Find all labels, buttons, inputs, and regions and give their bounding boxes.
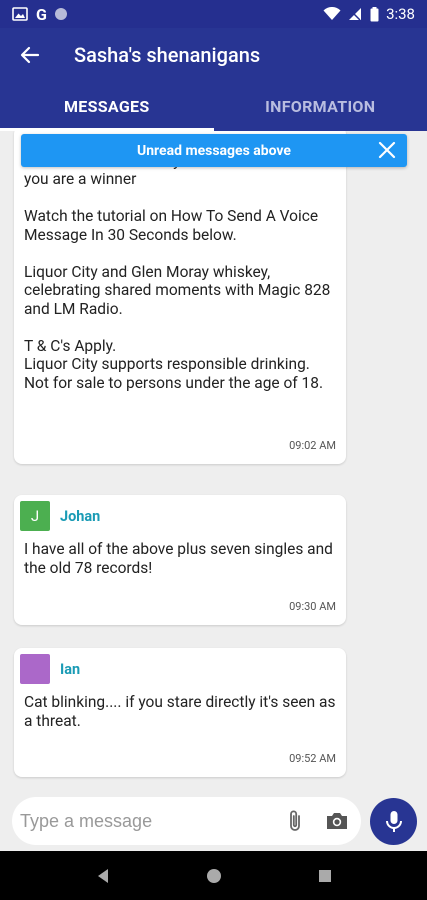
- message-card: FATHERS 5. Press Send and stay tuned to …: [14, 131, 346, 464]
- recents-nav-icon[interactable]: [318, 869, 332, 883]
- close-icon[interactable]: [377, 140, 397, 160]
- message-sender: J Johan: [14, 495, 346, 531]
- page-title: Sasha's shenanigans: [74, 43, 261, 67]
- status-bar: G 3:38: [0, 0, 427, 28]
- unread-banner-text: Unread messages above: [136, 142, 291, 159]
- message-text: I have all of the above plus seven singl…: [24, 540, 333, 577]
- signal-icon: [349, 8, 362, 21]
- message-time: 09:02 AM: [289, 439, 336, 452]
- camera-icon[interactable]: [324, 809, 350, 833]
- arrow-left-icon: [20, 46, 40, 64]
- clock: 3:38: [386, 5, 415, 23]
- microphone-icon: [385, 810, 402, 832]
- back-nav-icon[interactable]: [96, 868, 110, 884]
- notification-dot-icon: [54, 8, 67, 20]
- unread-banner[interactable]: Unread messages above: [21, 134, 407, 167]
- paperclip-icon[interactable]: [284, 809, 306, 833]
- gallery-icon: [12, 7, 28, 21]
- system-nav-bar: [0, 851, 427, 900]
- message-card: J Johan I have all of the above plus sev…: [14, 495, 346, 625]
- avatar[interactable]: [20, 654, 50, 684]
- message-text: Cat blinking.... if you stare directly i…: [24, 693, 336, 730]
- back-button[interactable]: [0, 28, 60, 82]
- message-time: 09:30 AM: [289, 600, 336, 613]
- app-bar: Sasha's shenanigans: [0, 28, 427, 82]
- message-input[interactable]: [20, 810, 270, 832]
- message-text: FATHERS 5. Press Send and stay tuned to …: [24, 133, 331, 392]
- wifi-icon: [323, 7, 341, 20]
- message-list[interactable]: FATHERS 5. Press Send and stay tuned to …: [0, 131, 427, 789]
- google-icon: G: [36, 4, 47, 24]
- tab-messages[interactable]: MESSAGES: [0, 82, 214, 131]
- avatar[interactable]: J: [20, 501, 50, 531]
- tab-bar: MESSAGES INFORMATION: [0, 82, 427, 131]
- battery-icon: [370, 6, 379, 21]
- tab-information[interactable]: INFORMATION: [214, 82, 427, 131]
- home-nav-icon[interactable]: [206, 868, 222, 884]
- sender-name[interactable]: Johan: [60, 508, 100, 525]
- message-time: 09:52 AM: [289, 752, 336, 765]
- message-sender: Ian: [14, 648, 346, 684]
- composer: [12, 797, 361, 845]
- sender-name[interactable]: Ian: [60, 661, 80, 678]
- voice-record-button[interactable]: [370, 798, 417, 845]
- message-card: Ian Cat blinking.... if you stare direct…: [14, 648, 346, 777]
